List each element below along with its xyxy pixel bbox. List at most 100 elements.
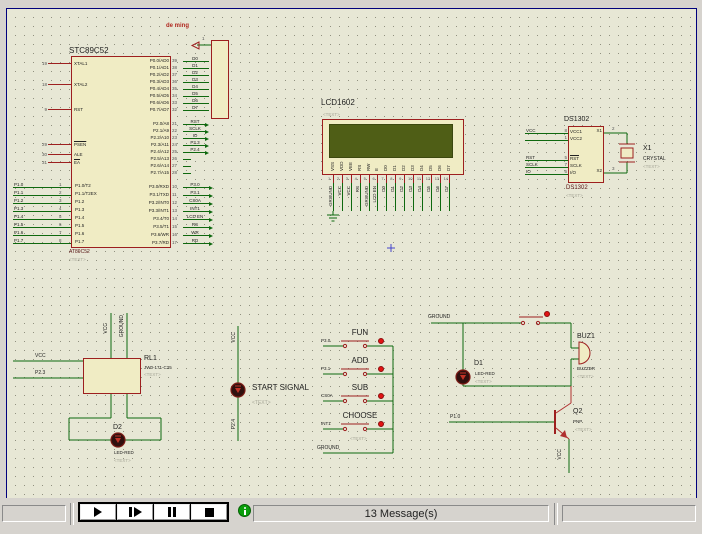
rtc-pin-row[interactable]: SCLK 7: [525, 163, 568, 170]
pin-number: 13: [172, 208, 177, 213]
mcu-pin-row[interactable]: P3.4/T0 14 LCD EN: [101, 214, 225, 222]
schematic-canvas[interactable]: de ming STC89C52 19 XTAL1 18 XTAL2 9 RST: [6, 8, 697, 499]
button-actuator[interactable]: [544, 311, 550, 317]
pin-number: 37: [172, 72, 177, 77]
pin-name: P2.4/A12: [101, 149, 169, 154]
wire-label: LCD EN: [185, 214, 205, 219]
relay-body[interactable]: [83, 358, 141, 394]
mcu-pin-row[interactable]: P3.0/RXD 10 P3.0: [101, 182, 225, 190]
pin-name: P0.3/AD3: [101, 79, 169, 84]
step-button[interactable]: [117, 504, 153, 520]
buzzer-text-placeholder: <TEXT>: [577, 374, 594, 379]
pin-stub: [395, 175, 396, 183]
mcu-pin-row[interactable]: P2.6/A14 27: [101, 162, 225, 169]
mcu-pin-row[interactable]: P0.0/AD0 39 D0 2: [101, 57, 225, 64]
mcu-pin-row[interactable]: P3.3/INT1 13 INT1: [101, 206, 225, 214]
mcu-pin-row[interactable]: P2.7/A15 28: [101, 169, 225, 176]
wire-label: P1.5: [14, 222, 23, 227]
wire-label: P1.7: [14, 238, 23, 243]
rtc-pin-row[interactable]: 1: [525, 136, 568, 143]
pin-number: 1: [59, 182, 62, 187]
wire-arrow-icon: [209, 194, 213, 198]
pin-name: P1.0/T2: [75, 183, 91, 188]
mcu-pin-row[interactable]: P2.1/A9 22 SCLK: [101, 127, 225, 134]
relay-text-placeholder: <TEXT>: [144, 372, 161, 377]
connector-pin1-number: 1: [202, 36, 205, 41]
pin-number: 8: [59, 238, 62, 243]
simulation-toolbar: [78, 502, 229, 522]
wire: [13, 195, 71, 196]
rtc-title: DS1302: [564, 116, 589, 123]
wire: [183, 138, 205, 139]
pin-name: VCC2: [570, 136, 582, 143]
pin-stub: [431, 175, 432, 183]
pin-number: 5: [364, 176, 366, 181]
pin-name: RST: [570, 156, 582, 163]
wire-label: D1: [390, 186, 395, 192]
rtc-pin-row[interactable]: IO 6: [525, 170, 568, 177]
mcu-pin-row[interactable]: P2.0/A8 21 RST: [101, 120, 225, 127]
pin-number: 11: [417, 176, 421, 181]
pin-name: RS: [357, 139, 362, 171]
wire-label: GROUND: [328, 186, 333, 206]
wire-label: P3.0: [321, 338, 330, 343]
wire: [183, 227, 209, 228]
wire: [13, 227, 71, 228]
wire-label: P1.2: [14, 198, 23, 203]
mcu-pin-row[interactable]: P0.2/AD2 37 D2 4: [101, 71, 225, 78]
wire-label: INT1: [321, 421, 331, 426]
pin-number: 1: [564, 135, 567, 140]
mcu-pin-row[interactable]: P0.6/AD6 33 D6 8: [101, 99, 225, 106]
wire-label: D2: [185, 70, 205, 75]
wire: [13, 243, 71, 244]
button-actuator[interactable]: [378, 393, 384, 399]
wire-label: D0: [185, 56, 205, 61]
mcu-pin-row[interactable]: P2.5/A13 26: [101, 155, 225, 162]
mcu-pin-row[interactable]: P3.6/WR 16 WR: [101, 230, 225, 238]
pin-stub: [386, 175, 387, 183]
play-button[interactable]: [80, 504, 116, 520]
pin-number: 24: [172, 142, 177, 147]
wire-label: P3.1: [185, 190, 205, 195]
pin-name: P1.1/T2EX: [75, 191, 97, 196]
mcu-pin-row[interactable]: P0.7/AD7 32 D7 9: [101, 106, 225, 113]
pause-button[interactable]: [154, 504, 190, 520]
mcu-pin-row[interactable]: P0.1/AD1 38 D1 3: [101, 64, 225, 71]
mcu-pin-row[interactable]: P0.4/AD4 35 D4 6: [101, 85, 225, 92]
wire-arrow-icon: [205, 151, 209, 155]
pin-number: 10: [172, 184, 177, 189]
wire: [525, 160, 568, 161]
connector-body[interactable]: [211, 40, 229, 119]
wire: [183, 131, 205, 132]
button-actuator[interactable]: [378, 421, 384, 427]
pin-name: P0.1/AD1: [101, 65, 169, 70]
mcu-pin-row[interactable]: P0.5/AD5 34 D5 7: [101, 92, 225, 99]
wire-label: GROUND: [364, 186, 369, 206]
button-actuator[interactable]: [378, 366, 384, 372]
mcu-pin-row[interactable]: P0.3/AD3 36 D3 5: [101, 78, 225, 85]
d1-ground-label: GROUND: [428, 314, 450, 320]
pin-number: 35: [172, 86, 177, 91]
mcu-pin-row[interactable]: P2.4/A12 25 P2.4: [101, 148, 225, 155]
wire: [183, 173, 191, 174]
mcu-pin-row[interactable]: P3.5/T1 15 RS: [101, 222, 225, 230]
mcu-pin-row[interactable]: P3.7/RD 17 RD: [101, 238, 225, 246]
wire: [183, 89, 209, 90]
mcu-p0-pins: P0.0/AD0 39 D0 2 P0.1/AD1 38 D1 3 P0.2/A…: [101, 57, 225, 113]
lcd-pins: VSS 1 GROUND VDD 2 VCC VEE 3 VCC: [329, 137, 453, 223]
pin-number: 2: [59, 190, 62, 195]
rtc-pin-row[interactable]: VCC 8: [525, 129, 568, 136]
lcd-pin-column[interactable]: D7 14 D7: [445, 137, 454, 223]
info-icon[interactable]: [238, 504, 251, 517]
mcu-pin-row[interactable]: P3.1/TXD 11 P3.1: [101, 190, 225, 198]
pin-number: 22: [172, 128, 177, 133]
mcu-pin-row[interactable]: P2.2/A10 23 IO: [101, 134, 225, 141]
status-message: 13 Message(s): [365, 508, 438, 520]
mcu-pin-row[interactable]: P2.3/A11 24 P2.3: [101, 141, 225, 148]
wire-label: VCC: [346, 186, 351, 196]
button-actuator[interactable]: [378, 338, 384, 344]
mcu-pin-row[interactable]: P3.2/INT0 12 CS0A: [101, 198, 225, 206]
wire: [183, 124, 205, 125]
pin-number: 38: [172, 65, 177, 70]
stop-button[interactable]: [191, 504, 227, 520]
